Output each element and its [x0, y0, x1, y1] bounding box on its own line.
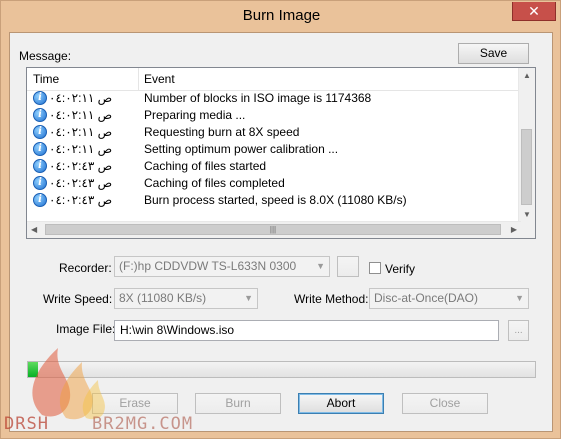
- column-header-time[interactable]: Time: [33, 68, 59, 90]
- log-event: Number of blocks in ISO image is 1174368: [144, 91, 372, 105]
- info-icon: i: [33, 142, 47, 156]
- log-event: Caching of files completed: [144, 176, 285, 190]
- verify-label[interactable]: Verify: [385, 262, 415, 276]
- log-time: ص ٠٤:٠٢:١١: [49, 91, 113, 105]
- write-speed-label: Write Speed:: [43, 292, 113, 306]
- window-title: Burn Image: [242, 7, 321, 24]
- burn-progress-fill: [28, 362, 38, 377]
- info-icon: i: [33, 193, 47, 207]
- log-time: ص ٠٤:٠٢:١١: [49, 142, 113, 156]
- scroll-down-icon[interactable]: ▼: [523, 210, 531, 219]
- log-event: Caching of files started: [144, 159, 267, 173]
- vertical-scroll-thumb[interactable]: [521, 129, 532, 205]
- log-row[interactable]: i ص ٠٤:٠٢:١١ Setting optimum power calib…: [27, 141, 521, 158]
- write-method-select[interactable]: Disc-at-Once(DAO) ▼: [369, 288, 529, 309]
- info-icon: i: [33, 125, 47, 139]
- log-time: ص ٠٤:٠٢:٤٣: [49, 193, 113, 207]
- log-time: ص ٠٤:٠٢:٤٣: [49, 176, 113, 190]
- chevron-down-icon: ▼: [515, 293, 524, 303]
- title-bar[interactable]: Burn Image ✕: [1, 1, 561, 32]
- scrollbar-corner: [519, 222, 535, 238]
- recorder-label: Recorder:: [59, 261, 112, 275]
- write-speed-select[interactable]: 8X (11080 KB/s) ▼: [114, 288, 258, 309]
- log-event: Setting optimum power calibration ...: [144, 142, 339, 156]
- log-time: ص ٠٤:٠٢:١١: [49, 108, 113, 122]
- column-header-event[interactable]: Event: [144, 68, 175, 90]
- log-time: ص ٠٤:٠٢:٤٣: [49, 159, 113, 173]
- save-button[interactable]: Save: [458, 43, 529, 64]
- close-button[interactable]: Close: [402, 393, 488, 414]
- scroll-up-icon[interactable]: ▲: [523, 71, 531, 80]
- chevron-down-icon: ▼: [316, 261, 325, 271]
- burn-image-window: Burn Image ✕ Message: Save Time Event i …: [0, 0, 561, 439]
- image-file-label: Image File:: [56, 322, 116, 336]
- log-row[interactable]: i ص ٠٤:٠٢:١١ Requesting burn at 8X speed: [27, 124, 521, 141]
- log-event: Preparing media ...: [144, 108, 246, 122]
- close-window-icon[interactable]: ✕: [512, 2, 556, 21]
- write-method-value: Disc-at-Once(DAO): [374, 291, 479, 305]
- log-event: Requesting burn at 8X speed: [144, 125, 300, 139]
- chevron-down-icon: ▼: [244, 293, 253, 303]
- info-icon: i: [33, 176, 47, 190]
- dialog-body: Message: Save Time Event i ص ٠٤:٠٢:١١ Nu…: [9, 32, 553, 432]
- scroll-left-icon[interactable]: ◀: [31, 225, 37, 234]
- horizontal-scrollbar[interactable]: ◀ ||| ▶: [27, 221, 521, 238]
- burn-button[interactable]: Burn: [195, 393, 281, 414]
- image-file-field[interactable]: H:\win 8\Windows.iso: [114, 320, 499, 341]
- recorder-value: (F:)hp CDDVDW TS-L633N 0300: [119, 259, 297, 273]
- horizontal-scroll-thumb[interactable]: |||: [45, 224, 501, 235]
- write-method-label: Write Method:: [294, 292, 369, 306]
- recorder-options-button[interactable]: [337, 256, 359, 277]
- log-header: Time Event: [27, 68, 521, 91]
- info-icon: i: [33, 159, 47, 173]
- column-divider[interactable]: [138, 68, 139, 90]
- log-row[interactable]: i ص ٠٤:٠٢:٤٣ Caching of files completed: [27, 175, 521, 192]
- message-log-list[interactable]: Time Event i ص ٠٤:٠٢:١١ Number of blocks…: [26, 67, 536, 239]
- log-row[interactable]: i ص ٠٤:٠٢:٤٣ Caching of files started: [27, 158, 521, 175]
- recorder-select[interactable]: (F:)hp CDDVDW TS-L633N 0300 ▼: [114, 256, 330, 277]
- log-time: ص ٠٤:٠٢:١١: [49, 125, 113, 139]
- info-icon: i: [33, 91, 47, 105]
- erase-button[interactable]: Erase: [92, 393, 178, 414]
- log-row[interactable]: i ص ٠٤:٠٢:١١ Preparing media ...: [27, 107, 521, 124]
- info-icon: i: [33, 108, 47, 122]
- log-row[interactable]: i ص ٠٤:٠٢:٤٣ Burn process started, speed…: [27, 192, 521, 209]
- scroll-right-icon[interactable]: ▶: [511, 225, 517, 234]
- log-event: Burn process started, speed is 8.0X (110…: [144, 193, 407, 207]
- vertical-scrollbar[interactable]: ▲ ▼: [518, 68, 535, 222]
- browse-button[interactable]: ...: [508, 320, 529, 341]
- verify-checkbox[interactable]: [369, 262, 381, 274]
- log-row[interactable]: i ص ٠٤:٠٢:١١ Number of blocks in ISO ima…: [27, 90, 521, 107]
- abort-button[interactable]: Abort: [298, 393, 384, 414]
- message-label: Message:: [19, 49, 72, 63]
- burn-progress-bar: [27, 361, 536, 378]
- write-speed-value: 8X (11080 KB/s): [119, 291, 207, 305]
